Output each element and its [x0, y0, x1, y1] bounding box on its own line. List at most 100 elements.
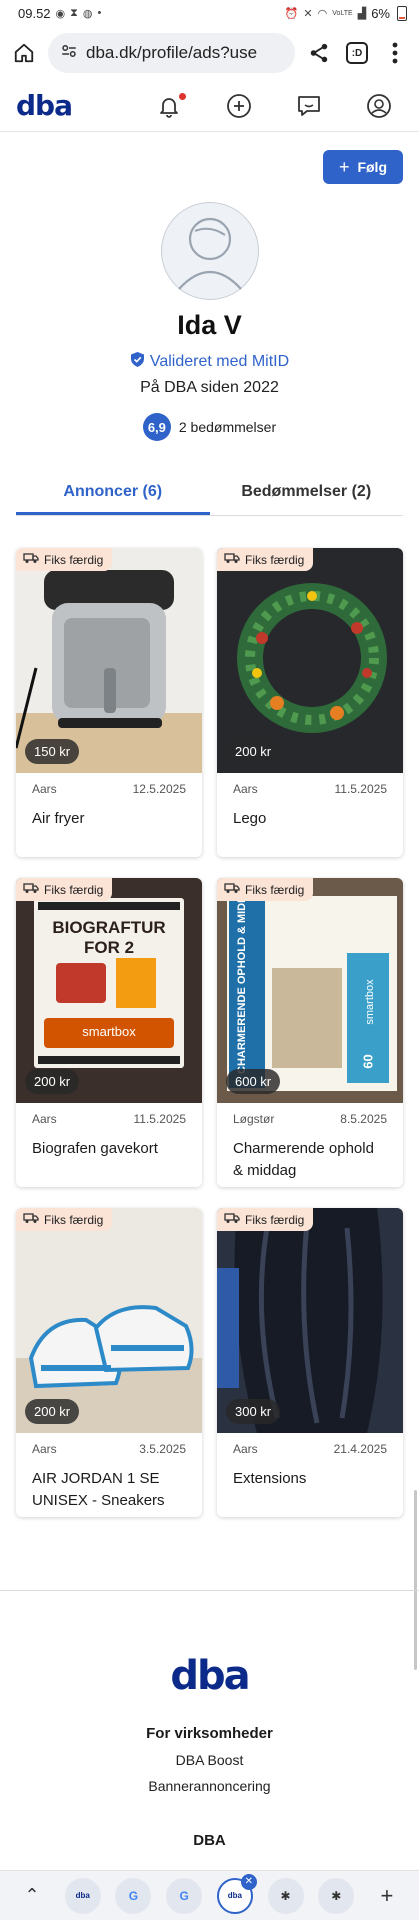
listing-location: Aars — [32, 1112, 57, 1126]
fiks-faerdig-badge: Fiks færdig — [16, 1208, 113, 1231]
tab-google-icon[interactable]: G — [115, 1877, 152, 1914]
status-time: 09.52 — [18, 5, 51, 21]
member-since: På DBA siden 2022 — [140, 379, 279, 396]
delivery-truck-icon — [23, 882, 39, 897]
site-footer: dba For virksomheder DBA Boost Bannerann… — [0, 1590, 419, 1870]
box-side-text: CHARMERENDE OPHOLD & MIDDAG — [236, 878, 248, 1074]
verified-badge: Valideret med MitID — [130, 351, 289, 373]
menu-icon[interactable] — [381, 39, 409, 67]
tab-count: :D — [346, 42, 368, 64]
badge-label: Fiks færdig — [44, 1212, 104, 1227]
delivery-truck-icon — [23, 552, 39, 567]
tab-switcher-button[interactable]: :D — [343, 39, 371, 67]
box-title-line2: FOR 2 — [83, 938, 135, 957]
footer-section-heading: For virksomheder — [146, 1725, 273, 1742]
profile-icon[interactable] — [365, 92, 393, 120]
signal-icon: ▟ — [357, 7, 367, 20]
chevron-up-icon[interactable]: ⌃ — [14, 1878, 50, 1914]
price-tag: 200 kr — [226, 739, 281, 764]
listing-title: Extensions — [233, 1470, 307, 1487]
notifications-bell-icon[interactable] — [155, 92, 186, 120]
listing-image: Fiks færdig 200 kr — [217, 548, 403, 773]
tab-annoncer[interactable]: Annoncer (6) — [16, 483, 210, 515]
rating[interactable]: 6,9 2 bedømmelser — [142, 413, 276, 441]
price-tag: 200 kr — [25, 1069, 80, 1094]
tab-dba-thumbnail[interactable]: dba — [64, 1877, 101, 1914]
price-tag: 200 kr — [25, 1399, 80, 1424]
follow-row: + Følg — [0, 132, 419, 202]
listing-card[interactable]: Fiks færdig 300 kr Aars 21.4.2025 Extensi… — [217, 1208, 403, 1517]
shield-check-icon — [130, 351, 145, 373]
site-settings-icon[interactable] — [60, 42, 78, 65]
listing-title: AIR JORDAN 1 SE UNISEX - Sneakers — [32, 1470, 165, 1509]
footer-dba-logo[interactable]: dba — [170, 1653, 250, 1699]
hourglass-icon: ⧗ — [70, 6, 78, 19]
verified-label: Valideret med MitID — [149, 353, 290, 370]
mute-icon: ✕ — [303, 7, 313, 20]
rating-score: 6,9 — [142, 413, 171, 441]
listing-location: Aars — [32, 1442, 57, 1456]
fiks-faerdig-badge: Fiks færdig — [16, 878, 113, 901]
browser-toolbar: dba.dk/profile/ads?use :D — [0, 26, 419, 80]
listing-card[interactable]: BIOGRAFTUR FOR 2 smartbox Fiks færdig 20… — [16, 878, 202, 1187]
fiks-faerdig-badge: Fiks færdig — [217, 878, 314, 901]
whatsapp-icon: ◉ — [55, 7, 66, 20]
volte-icon: VoLTE — [332, 9, 353, 17]
fiks-faerdig-badge: Fiks færdig — [16, 548, 113, 571]
listing-image: BIOGRAFTUR FOR 2 smartbox Fiks færdig 20… — [16, 878, 202, 1103]
listing-location: Aars — [32, 782, 57, 796]
tab-site-icon[interactable]: ✱ — [318, 1877, 355, 1914]
new-tab-plus-icon[interactable]: + — [369, 1878, 405, 1914]
plus-icon: + — [338, 156, 350, 177]
listing-card[interactable]: Fiks færdig 200 kr Aars 11.5.2025 Lego — [217, 548, 403, 857]
box-title-line1: BIOGRAFTUR — [52, 918, 166, 937]
tab-bedommelser[interactable]: Bedømmelser (2) — [210, 483, 404, 515]
create-ad-plus-icon[interactable] — [225, 92, 253, 120]
badge-label: Fiks færdig — [245, 552, 305, 567]
price-tag: 150 kr — [25, 739, 80, 764]
delivery-truck-icon — [224, 1212, 240, 1227]
notification-dot — [179, 92, 186, 100]
dba-logo[interactable]: dba — [16, 89, 73, 122]
alarm-icon: ⏰ — [284, 7, 299, 20]
badge-label: Fiks færdig — [44, 552, 104, 567]
listings-grid: Fiks færdig 150 kr Aars 12.5.2025 Air fry… — [16, 548, 403, 1517]
listing-card[interactable]: CHARMERENDE OPHOLD & MIDDAG smartbox 60 … — [217, 878, 403, 1187]
profile-section: Ida V Valideret med MitID På DBA siden 2… — [0, 202, 419, 441]
tab-site-icon[interactable]: ✱ — [267, 1877, 304, 1914]
fiks-faerdig-badge: Fiks færdig — [217, 548, 314, 571]
battery-level: 6% — [371, 5, 390, 21]
badge-label: Fiks færdig — [245, 1212, 305, 1227]
footer-link-dba-boost[interactable]: DBA Boost — [176, 1752, 244, 1768]
box-count: 60 — [360, 1054, 376, 1069]
browser-tab-strip: ⌃ dba G G dba ✕ ✱ ✱ + — [0, 1870, 419, 1920]
home-icon[interactable] — [10, 39, 38, 67]
address-bar[interactable]: dba.dk/profile/ads?use — [48, 33, 295, 73]
delivery-truck-icon — [23, 1212, 39, 1227]
listing-image: Fiks færdig 150 kr — [16, 548, 202, 773]
share-icon[interactable] — [305, 39, 333, 67]
price-tag: 600 kr — [226, 1069, 281, 1094]
price-tag: 300 kr — [226, 1399, 281, 1424]
listing-image: CHARMERENDE OPHOLD & MIDDAG smartbox 60 … — [217, 878, 403, 1103]
follow-button[interactable]: + Følg — [322, 150, 403, 184]
tab-google-icon[interactable]: G — [166, 1877, 203, 1914]
box-brand: smartbox — [364, 979, 376, 1025]
tab-dba-active[interactable]: dba ✕ — [216, 1873, 257, 1914]
listing-location: Løgstør — [233, 1112, 275, 1126]
listing-title: Air fryer — [32, 810, 85, 827]
badge-label: Fiks færdig — [44, 882, 104, 897]
listing-card[interactable]: Fiks færdig 150 kr Aars 12.5.2025 Air fry… — [16, 548, 202, 857]
url-text: dba.dk/profile/ads?use — [86, 43, 258, 62]
listing-card[interactable]: Fiks færdig 200 kr Aars 3.5.2025 AIR JORD… — [16, 1208, 202, 1517]
avatar — [160, 202, 259, 300]
fiks-faerdig-badge: Fiks færdig — [217, 1208, 314, 1231]
footer-link-bannerannoncering[interactable]: Bannerannoncering — [148, 1778, 270, 1794]
listing-title: Charmerende ophold & middag — [233, 1140, 374, 1179]
close-tab-icon[interactable]: ✕ — [240, 1873, 257, 1890]
listing-image: Fiks færdig 300 kr — [217, 1208, 403, 1433]
messages-icon[interactable] — [295, 92, 323, 120]
status-bar: 09.52 ◉ ⧗ ◍ • ⏰ ✕ ◠ VoLTE ▟ 6% — [0, 0, 419, 26]
listing-image: Fiks færdig 200 kr — [16, 1208, 202, 1433]
delivery-truck-icon — [224, 552, 240, 567]
